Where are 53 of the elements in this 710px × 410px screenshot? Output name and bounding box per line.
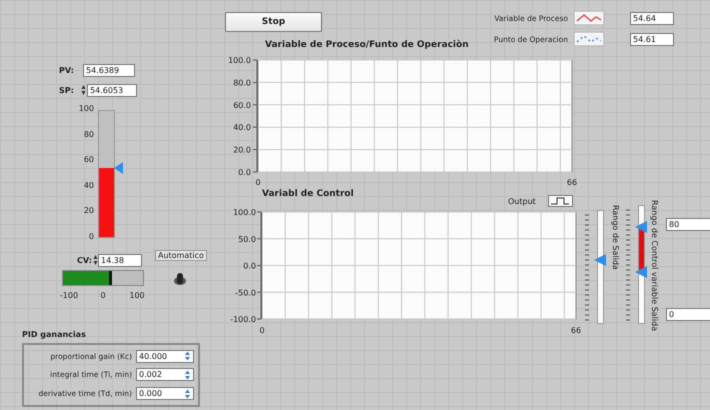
y-tick-label: 40.0 [233, 123, 251, 132]
tank-scale-label: 100 [78, 104, 94, 113]
x-tick-label: 0 [255, 178, 261, 187]
y-tick-label: 0.0 [238, 168, 251, 177]
legend-value: 54.64 [630, 12, 674, 24]
chart-title: Variable de Proceso/Funto de Operaciòn [265, 40, 469, 50]
numeric-field[interactable]: 0.000 [136, 387, 194, 400]
tank-scale-label: 40 [82, 180, 94, 190]
chart-title: Variabl de Control [262, 189, 354, 199]
sp-label: SP: [59, 86, 74, 95]
y-tick-label: 100.0 [233, 208, 256, 217]
spinner-icon[interactable] [184, 350, 191, 362]
tank-scale-label: 80 [82, 130, 94, 139]
tank-scale-label: 20 [82, 206, 94, 216]
y-tick-label: 60.0 [233, 100, 251, 110]
y-tick-label: 50.0 [238, 234, 256, 244]
numeric-field[interactable]: 0.002 [136, 368, 194, 382]
numeric-field[interactable]: 40.000 [136, 350, 194, 363]
numeric-field[interactable]: 80 [666, 218, 710, 231]
cv-scale-label: 100 [128, 291, 146, 300]
y-tick-label: -100.0 [230, 315, 256, 324]
slider-thumb[interactable] [635, 266, 647, 278]
cv-slider[interactable] [62, 270, 144, 286]
pv-label: PV: [59, 66, 74, 75]
y-tick-label: 0.0 [243, 262, 256, 270]
x-tick-label: 0 [259, 326, 265, 335]
slider-thumb[interactable] [635, 221, 647, 234]
output-label: Output [508, 197, 536, 206]
cv-field[interactable]: 14.38 [98, 254, 142, 267]
slider-thumb[interactable] [594, 254, 606, 266]
slider-label: Rango de Control variable Salida [650, 200, 659, 332]
pv-field: 54.6389 [83, 64, 135, 77]
x-tick-label: 66 [570, 326, 582, 335]
group-title: PID ganancias [22, 330, 86, 339]
x-tick-label: 66 [566, 178, 578, 187]
slider-label: Rango de Salida [611, 205, 620, 270]
tank-scale-label: 0 [88, 232, 94, 241]
stop-button[interactable]: Stop [225, 12, 322, 32]
spinner-icon[interactable] [184, 388, 191, 400]
cv-scale-label: -100 [58, 291, 80, 300]
y-tick-label: 20.0 [233, 146, 251, 155]
cv-label: CV: [77, 256, 92, 265]
y-tick-label: 100.0 [228, 56, 251, 65]
cv-scale-label: 0 [99, 291, 107, 300]
sp-field[interactable]: 54.6053 [87, 84, 137, 97]
numeric-field[interactable]: 0 [666, 308, 710, 321]
legend-value: 54.61 [630, 32, 674, 46]
y-tick-label: -50.0 [235, 288, 256, 298]
switch-label: Automatico [155, 250, 207, 261]
y-tick-label: 80.0 [233, 78, 251, 88]
spinner-icon[interactable] [184, 368, 191, 381]
step-plot-icon[interactable] [548, 195, 573, 207]
tank-scale-label: 60 [82, 155, 94, 164]
